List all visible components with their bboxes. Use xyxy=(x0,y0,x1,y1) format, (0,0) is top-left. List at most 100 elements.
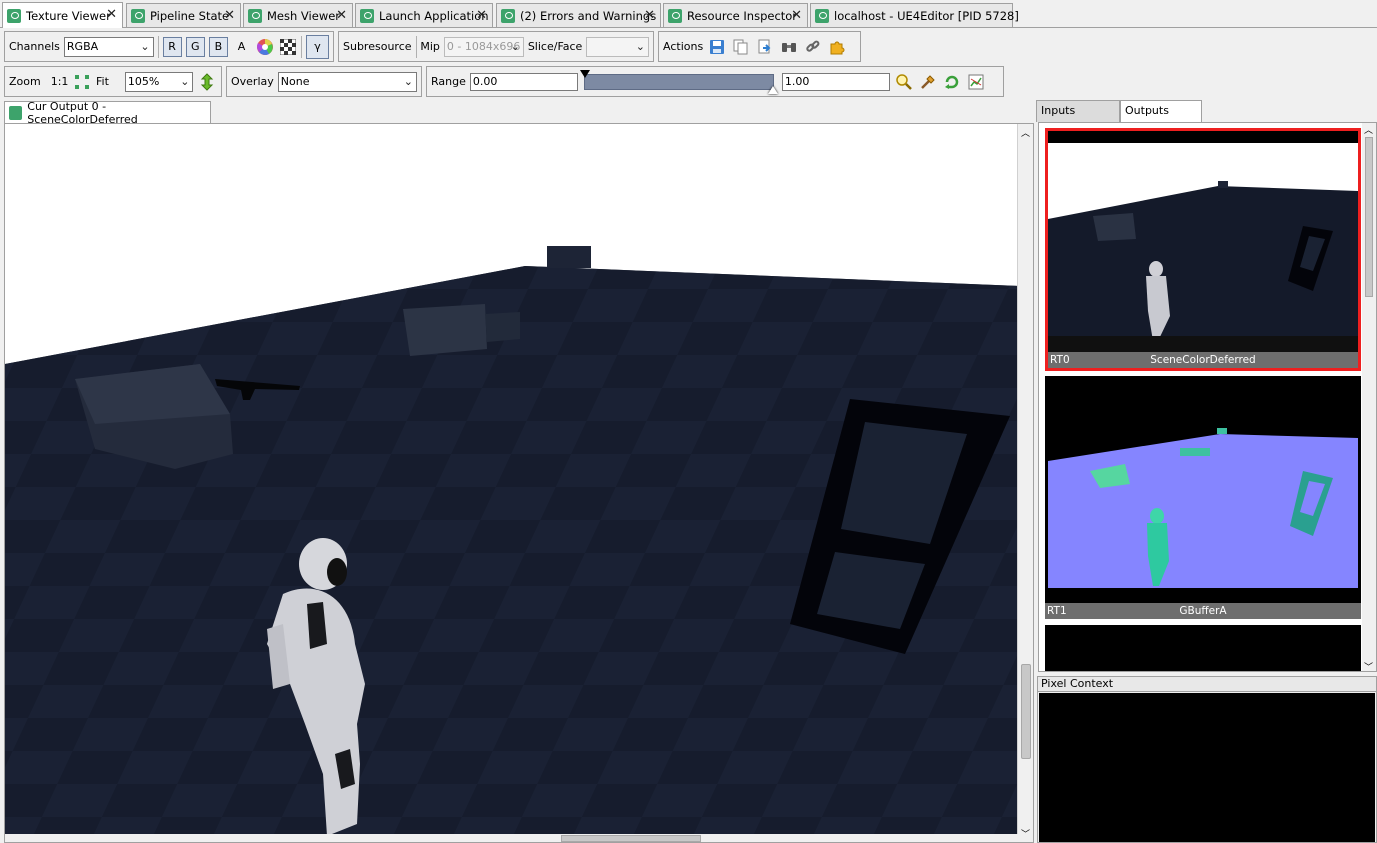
puzzle-icon[interactable] xyxy=(827,37,847,57)
close-icon[interactable]: ✕ xyxy=(476,8,487,23)
tab-outputs[interactable]: Outputs xyxy=(1120,100,1202,122)
thumbnail-rt2[interactable] xyxy=(1045,625,1361,671)
renderdoc-icon xyxy=(9,106,23,120)
tab-launch-application[interactable]: Launch Application ✕ xyxy=(355,3,493,27)
checkerboard-icon[interactable] xyxy=(278,37,297,57)
tab-pipeline-state[interactable]: Pipeline State ✕ xyxy=(126,3,241,27)
close-icon[interactable]: ✕ xyxy=(224,8,235,23)
fit-button-label[interactable]: Fit xyxy=(96,75,109,88)
range-bar xyxy=(583,73,774,90)
inputs-outputs-tabs: Inputs Outputs xyxy=(1036,100,1377,122)
viewport-vertical-scrollbar[interactable]: ︿ ﹀ xyxy=(1017,124,1033,842)
thumbnail-rt0[interactable]: RT0 SceneColorDeferred xyxy=(1045,128,1361,371)
range-min-value: 0.00 xyxy=(472,75,498,88)
range-max-value: 1.00 xyxy=(784,75,810,88)
chevron-down-icon[interactable]: ﹀ xyxy=(1021,827,1030,840)
channels-select[interactable]: RGBA ⌄ xyxy=(63,36,154,57)
mip-label: Mip xyxy=(420,40,440,53)
thumbnail-label: RT0 SceneColorDeferred xyxy=(1048,352,1358,368)
pixel-context-view[interactable] xyxy=(1039,693,1375,842)
chevron-up-icon[interactable]: ︿ xyxy=(1364,123,1373,136)
reset-range-icon[interactable] xyxy=(942,72,962,92)
channels-toolbar: Channels RGBA ⌄ R G B A γ xyxy=(4,31,334,62)
output-thumbnails: RT0 SceneColorDeferred RT1 GBufferA ︿ ﹀ xyxy=(1038,122,1377,672)
mip-select[interactable]: 0 - 1084x696 ⌄ xyxy=(443,36,524,57)
channels-label: Channels xyxy=(9,40,60,53)
save-icon[interactable] xyxy=(707,37,727,57)
overlay-value: None xyxy=(280,75,310,88)
link-icon[interactable] xyxy=(803,37,823,57)
separator xyxy=(301,35,303,58)
zoom-toolbar: Zoom 1:1 Fit 105% ⌄ xyxy=(4,66,222,97)
tab-inputs[interactable]: Inputs xyxy=(1036,100,1120,122)
subresource-toolbar: Subresource Mip 0 - 1084x696 ⌄ Slice/Fac… xyxy=(338,31,654,62)
close-icon[interactable]: ✕ xyxy=(791,8,802,23)
open-resource-icon[interactable] xyxy=(755,37,775,57)
thumbnail-resource: GBufferA xyxy=(1179,605,1227,617)
thumbnail-resource: SceneColorDeferred xyxy=(1150,354,1256,366)
range-min-input[interactable]: 0.00 xyxy=(469,72,578,91)
chevron-down-icon: ⌄ xyxy=(180,74,190,88)
fit-icon[interactable] xyxy=(72,72,92,92)
tab-label: (2) Errors and Warnings xyxy=(520,8,657,23)
range-min-handle[interactable] xyxy=(579,69,590,78)
zoom-select[interactable]: 105% ⌄ xyxy=(124,71,194,92)
green-channel-toggle[interactable]: G xyxy=(185,36,205,57)
separator xyxy=(157,35,159,58)
copy-icon[interactable] xyxy=(731,37,751,57)
tab-label: Resource Inspector xyxy=(687,8,798,23)
viewport-horizontal-scrollbar[interactable] xyxy=(5,834,1019,842)
flip-vertical-icon[interactable] xyxy=(197,72,217,92)
scrollbar-thumb[interactable] xyxy=(1365,137,1373,297)
color-wheel-icon[interactable] xyxy=(255,37,274,57)
overlay-label: Overlay xyxy=(231,75,274,88)
zoom-one-to-one-button[interactable]: 1:1 xyxy=(51,75,69,88)
range-label: Range xyxy=(431,75,466,88)
range-max-handle[interactable] xyxy=(767,85,778,94)
renderdoc-icon xyxy=(360,8,374,23)
close-icon[interactable]: ✕ xyxy=(106,7,117,22)
slice-face-label: Slice/Face xyxy=(527,40,583,53)
close-icon[interactable]: ✕ xyxy=(644,8,655,23)
thumbnails-scrollbar[interactable]: ︿ ﹀ xyxy=(1362,123,1376,671)
rt0-preview xyxy=(1048,131,1358,352)
overlay-select[interactable]: None ⌄ xyxy=(277,71,417,92)
zoom-label: Zoom xyxy=(9,75,41,88)
tab-texture-viewer[interactable]: Texture Viewer ✕ xyxy=(2,2,123,28)
tab-capture-context[interactable]: localhost - UE4Editor [PID 5728] xyxy=(810,3,1019,27)
tab-errors-and-warnings[interactable]: (2) Errors and Warnings ✕ xyxy=(496,3,661,27)
scrollbar-thumb[interactable] xyxy=(1021,664,1031,759)
zoom-range-icon[interactable] xyxy=(894,72,914,92)
blue-channel-toggle[interactable]: B xyxy=(208,36,228,57)
alpha-channel-toggle[interactable]: A xyxy=(232,37,251,57)
range-histogram-slider[interactable] xyxy=(579,69,778,94)
auto-fit-range-icon[interactable] xyxy=(918,72,938,92)
gamma-toggle[interactable]: γ xyxy=(306,34,330,59)
renderdoc-icon xyxy=(501,8,515,23)
texture-viewport[interactable]: ︿ ﹀ xyxy=(4,123,1034,843)
binoculars-icon[interactable] xyxy=(779,37,799,57)
actions-toolbar: Actions xyxy=(658,31,861,62)
subresource-label: Subresource xyxy=(343,40,412,53)
range-max-input[interactable]: 1.00 xyxy=(781,72,890,91)
histogram-icon[interactable] xyxy=(966,72,986,92)
actions-label: Actions xyxy=(663,40,704,53)
chevron-down-icon[interactable]: ﹀ xyxy=(1364,660,1373,671)
pixel-context-title: Pixel Context xyxy=(1038,677,1376,692)
chevron-up-icon[interactable]: ︿ xyxy=(1021,126,1030,139)
close-icon[interactable]: ✕ xyxy=(336,8,347,23)
chevron-down-icon: ⌄ xyxy=(510,39,520,53)
tab-label: Texture Viewer xyxy=(26,8,111,23)
thumbnail-rt1[interactable]: RT1 GBufferA xyxy=(1045,376,1361,619)
renderdoc-icon xyxy=(7,8,21,23)
separator xyxy=(415,35,417,58)
slice-face-select[interactable]: ⌄ xyxy=(586,36,649,57)
scrollbar-thumb[interactable] xyxy=(561,835,701,842)
tab-mesh-viewer[interactable]: Mesh Viewer ✕ xyxy=(243,3,353,27)
red-channel-toggle[interactable]: R xyxy=(162,36,182,57)
tab-label: Launch Application xyxy=(379,8,489,23)
tab-label: Mesh Viewer xyxy=(267,8,341,23)
tab-cur-output[interactable]: Cur Output 0 - SceneColorDeferred xyxy=(4,100,211,126)
rt1-preview xyxy=(1045,376,1361,603)
tab-resource-inspector[interactable]: Resource Inspector ✕ xyxy=(663,3,808,27)
